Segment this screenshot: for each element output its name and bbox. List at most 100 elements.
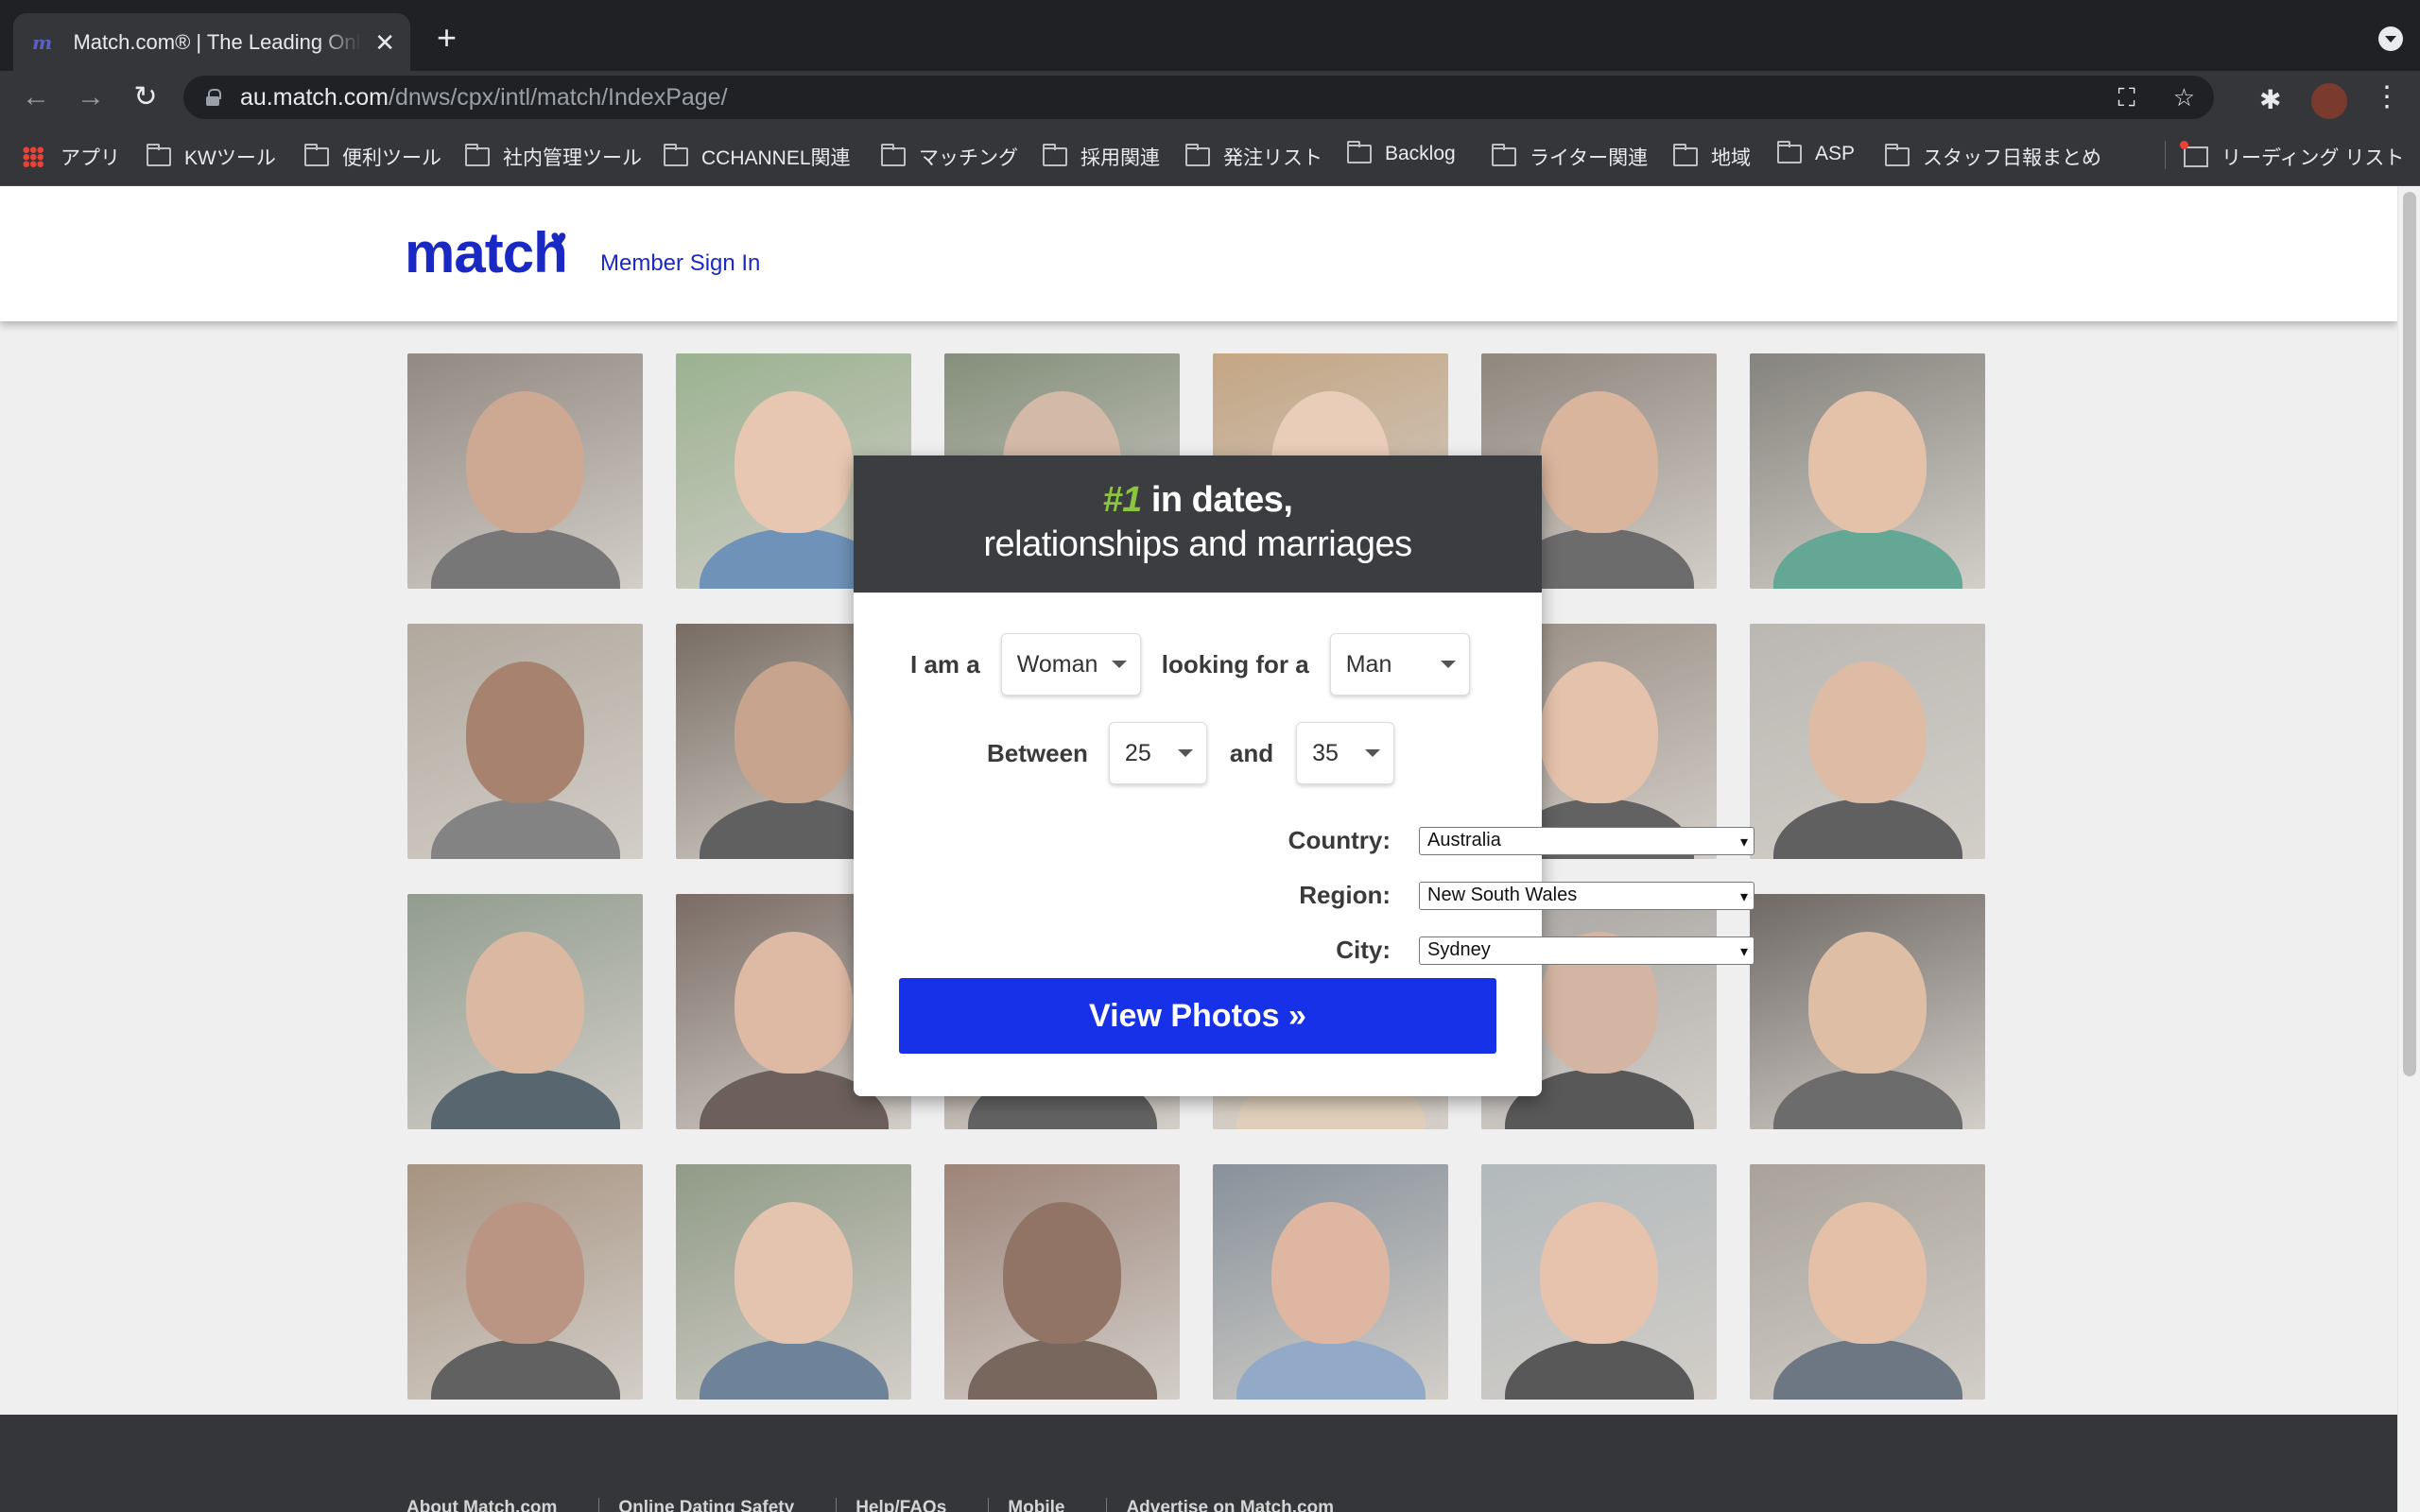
photo-shoulders	[1773, 799, 1962, 859]
profile-photo	[1750, 1164, 1985, 1400]
extensions-puzzle-icon[interactable]: ✱	[2259, 84, 2281, 115]
scrollbar-thumb[interactable]	[2403, 192, 2416, 1076]
photo-face	[735, 662, 853, 803]
footer-link-safety[interactable]: Online Dating Safety	[618, 1498, 838, 1512]
bookmark-folder[interactable]: KWツール	[147, 143, 276, 171]
photo-shoulders	[700, 1339, 889, 1400]
region-select[interactable]: New South Wales ▾	[1419, 881, 1754, 910]
profile-photo	[1213, 1164, 1448, 1400]
country-row: Country: Australia ▾	[854, 826, 1754, 855]
bookmark-folder[interactable]: CCHANNEL関連	[664, 143, 851, 171]
bookmark-folder[interactable]: 便利ツール	[304, 143, 441, 171]
forward-arrow-icon[interactable]: →	[72, 78, 110, 116]
close-tab-icon[interactable]: ✕	[374, 30, 395, 55]
translate-icon[interactable]: ⛶	[2118, 83, 2135, 113]
bookmark-star-icon[interactable]: ☆	[2173, 83, 2195, 113]
new-tab-button[interactable]: +	[437, 21, 457, 55]
bookmark-label: 地域	[1711, 147, 1751, 169]
address-bar[interactable]: au.match.com/dnws/cpx/intl/match/IndexPa…	[183, 76, 2214, 119]
photo-face	[1808, 662, 1927, 803]
site-header: match ♥ Member Sign In	[0, 186, 2397, 321]
bookmark-folder[interactable]: 発注リスト	[1185, 143, 1322, 171]
seeking-select[interactable]: Man	[1329, 633, 1470, 696]
age-min-select[interactable]: 25	[1108, 722, 1207, 784]
footer-link-help[interactable]: Help/FAQs	[856, 1498, 990, 1512]
photo-face	[466, 391, 584, 533]
folder-icon	[1885, 144, 1910, 166]
i-am-label: I am a	[910, 649, 980, 679]
photo-face	[1540, 1202, 1658, 1344]
bookmark-folder[interactable]: 採用関連	[1043, 143, 1160, 171]
bookmark-folder[interactable]: ASP	[1777, 141, 1855, 165]
browser-toolbar: ← → ↻ au.match.com/dnws/cpx/intl/match/I…	[0, 71, 2420, 124]
match-favicon-icon: m	[32, 30, 53, 54]
modal-header: #1 in dates, relationships and marriages	[854, 455, 1542, 593]
caret-down-icon	[1365, 749, 1381, 757]
chevron-down-icon: ▾	[1739, 888, 1748, 905]
bookmark-apps[interactable]: アプリ	[23, 143, 120, 171]
photo-shoulders	[431, 1339, 620, 1400]
footer-link-about[interactable]: About Match.com	[406, 1498, 600, 1512]
reading-list-label: リーディング リスト	[2221, 147, 2405, 169]
country-value: Australia	[1427, 830, 1501, 850]
heart-icon: ♥	[550, 224, 567, 255]
folder-icon	[304, 144, 329, 166]
reading-list-icon	[2180, 141, 2208, 167]
headline-number: #1	[1102, 480, 1143, 520]
photo-shoulders	[431, 799, 620, 859]
bookmark-label: アプリ	[60, 147, 120, 169]
back-arrow-icon[interactable]: ←	[17, 78, 55, 116]
view-photos-button[interactable]: View Photos »	[899, 978, 1496, 1054]
age-max-select[interactable]: 35	[1296, 722, 1395, 784]
bookmark-folder[interactable]: 社内管理ツール	[465, 143, 642, 171]
folder-icon	[1043, 144, 1067, 166]
photo-face	[1540, 662, 1658, 803]
page-scrollbar[interactable]	[2397, 186, 2420, 1512]
photo-shoulders	[968, 1339, 1157, 1400]
and-label: and	[1229, 738, 1274, 767]
gender-row: I am a Woman looking for a Man	[910, 633, 1470, 696]
bookmark-label: 発注リスト	[1223, 147, 1322, 169]
photo-shoulders	[1773, 1069, 1962, 1129]
photo-face	[1003, 1202, 1121, 1344]
reading-list-button[interactable]: リーディング リスト	[2180, 141, 2405, 171]
match-logo[interactable]: match	[405, 220, 568, 285]
reload-icon[interactable]: ↻	[127, 78, 164, 116]
profile-photo	[407, 1164, 643, 1400]
city-row: City: Sydney ▾	[854, 936, 1754, 965]
browser-tab[interactable]: m Match.com® | The Leading Online Dating…	[13, 13, 410, 71]
bookmark-folder[interactable]: マッチング	[881, 143, 1018, 171]
browser-menu-icon[interactable]: ⋮	[2373, 80, 2401, 113]
bookmark-folder[interactable]: 地域	[1673, 143, 1751, 171]
bookmarks-bar: アプリ KWツール 便利ツール 社内管理ツール CCHANNEL関連 マッチング…	[0, 124, 2420, 186]
folder-icon	[1185, 144, 1210, 166]
city-label: City:	[1336, 936, 1391, 964]
bookmark-label: KWツール	[184, 147, 276, 169]
photo-face	[1808, 391, 1927, 533]
profile-photo	[407, 353, 643, 589]
bookmark-folder[interactable]: スタッフ日報まとめ	[1885, 143, 2101, 171]
gender-select[interactable]: Woman	[1000, 633, 1141, 696]
looking-for-label: looking for a	[1161, 649, 1309, 679]
bookmark-folder[interactable]: Backlog	[1347, 141, 1456, 165]
bookmark-label: Backlog	[1385, 143, 1456, 164]
country-select[interactable]: Australia ▾	[1419, 826, 1754, 855]
footer-link-advertise[interactable]: Advertise on Match.com	[1126, 1498, 1375, 1512]
folder-icon	[664, 144, 688, 166]
bookmark-label: スタッフ日報まとめ	[1923, 147, 2101, 169]
folder-icon	[1347, 141, 1372, 163]
seeking-value: Man	[1345, 650, 1392, 678]
bookmark-folder[interactable]: ライター関連	[1492, 143, 1648, 171]
profile-avatar[interactable]	[2311, 83, 2347, 119]
chevron-down-icon: ▾	[1739, 833, 1748, 850]
profile-photo	[1750, 353, 1985, 589]
city-select[interactable]: Sydney ▾	[1419, 936, 1754, 965]
member-sign-in-link[interactable]: Member Sign In	[600, 250, 760, 277]
photo-shoulders	[431, 1069, 620, 1129]
lock-icon[interactable]	[206, 89, 221, 106]
footer-link-mobile[interactable]: Mobile	[1008, 1498, 1108, 1512]
url-path: /dnws/cpx/intl/match/IndexPage/	[389, 83, 728, 111]
tab-search-button[interactable]	[2378, 26, 2403, 51]
headline: #1 in dates,	[854, 480, 1542, 521]
age-max-value: 35	[1312, 739, 1339, 766]
